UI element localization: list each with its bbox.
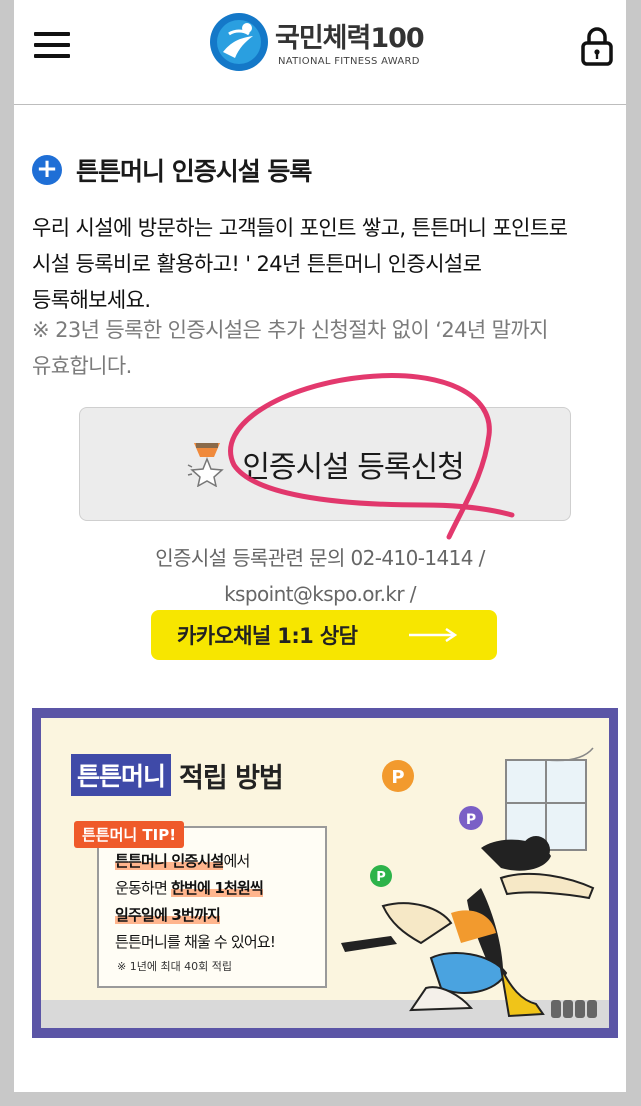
banner-title: 튼튼머니 적립 방법 [71,754,284,796]
kakao-button-label: 카카오채널 1:1 상담 [177,624,358,648]
section-description: 우리 시설에 방문하는 고객들이 포인트 쌓고, 튼튼머니 포인트로 시설 등록… [32,210,622,318]
lock-icon[interactable] [580,26,614,66]
tip-highlight: 튼튼머니 인증시설 [115,852,224,870]
tip-line: 운동하면 한번에 1천원씩 [115,875,275,902]
contact-phone-line: 인증시설 등록관련 문의 02-410-1414 / [155,546,485,570]
logo-subtitle: NATIONAL FITNESS AWARD [278,56,420,67]
medal-icon [187,443,225,487]
plus-circle-icon: + [32,155,62,185]
tip-note: ※ 1년에 최대 40회 적립 [117,960,233,973]
squatting-person-figure [341,836,595,1018]
description-line: 우리 시설에 방문하는 고객들이 포인트 쌓고, 튼튼머니 포인트로 [32,216,568,240]
svg-text:P: P [466,812,476,828]
register-button-label: 인증시설 등록신청 [242,450,464,485]
tip-highlight: 일주일에 3번까지 [115,906,221,924]
tip-box: 튼튼머니 인증시설에서 운동하면 한번에 1천원씩 일주일에 3번까지 튼튼머니… [97,826,327,988]
point-coin-icon: P [459,806,483,830]
logo-runner-icon [210,13,268,71]
tip-text: 운동하면 [115,879,171,897]
top-header: 국민체력100 NATIONAL FITNESS AWARD [14,0,626,105]
tip-line: 튼튼머니를 채울 수 있어요! [115,929,276,956]
dumbbell-icon [551,1000,597,1018]
contact-email-line[interactable]: kspoint@kspo.or.kr / [14,576,626,612]
promo-banner-content: 튼튼머니 적립 방법 튼튼머니 인증시설에서 운동하면 한번에 1천원씩 일주일… [41,718,609,1028]
note-line: ※ 23년 등록한 인증시설은 추가 신청절차 없이 ‘24년 말까지 [32,318,548,342]
section-title: 튼튼머니 인증시설 등록 [76,157,312,186]
contact-info: 인증시설 등록관련 문의 02-410-1414 / kspoint@kspo.… [14,540,626,612]
tip-line: 일주일에 3번까지 [115,902,275,929]
tip-lines: 튼튼머니 인증시설에서 운동하면 한번에 1천원씩 일주일에 3번까지 튼튼머니… [115,848,276,956]
section-heading: + 튼튼머니 인증시설 등록 [32,152,312,188]
site-logo[interactable]: 국민체력100 NATIONAL FITNESS AWARD [209,10,449,74]
tip-text: 에서 [223,852,250,870]
register-facility-button[interactable]: 인증시설 등록신청 [79,407,571,521]
banner-title-chip: 튼튼머니 [71,754,172,796]
tip-line: 튼튼머니 인증시설에서 [115,848,275,875]
window-icon [505,747,594,851]
point-coin-icon: P [370,865,392,887]
description-line: 시설 등록비로 활용하고! ' 24년 튼튼머니 인증시설로 [32,252,482,276]
exercise-illustration: P P P [341,747,597,1018]
svg-text:P: P [376,870,386,885]
tip-highlight: 한번에 1천원씩 [170,879,264,897]
hamburger-menu-icon[interactable] [34,30,70,60]
section-note: ※ 23년 등록한 인증시설은 추가 신청절차 없이 ‘24년 말까지 유효합니… [32,312,622,384]
promo-banner[interactable]: 튼튼머니 적립 방법 튼튼머니 인증시설에서 운동하면 한번에 1천원씩 일주일… [32,708,618,1038]
page: 국민체력100 NATIONAL FITNESS AWARD + 튼튼머니 인증… [14,0,626,1092]
point-coin-icon: P [382,760,414,792]
tip-label-badge: 튼튼머니 TIP! [74,821,185,848]
tip-text: 튼튼머니를 채울 수 있어요! [115,933,276,951]
banner-title-rest: 적립 방법 [179,762,284,794]
arrow-right-icon [409,628,457,642]
kakao-consult-button[interactable]: 카카오채널 1:1 상담 [151,610,497,660]
note-line: 유효합니다. [32,354,132,378]
logo-title: 국민체력100 [275,23,425,54]
svg-text:P: P [391,767,404,788]
